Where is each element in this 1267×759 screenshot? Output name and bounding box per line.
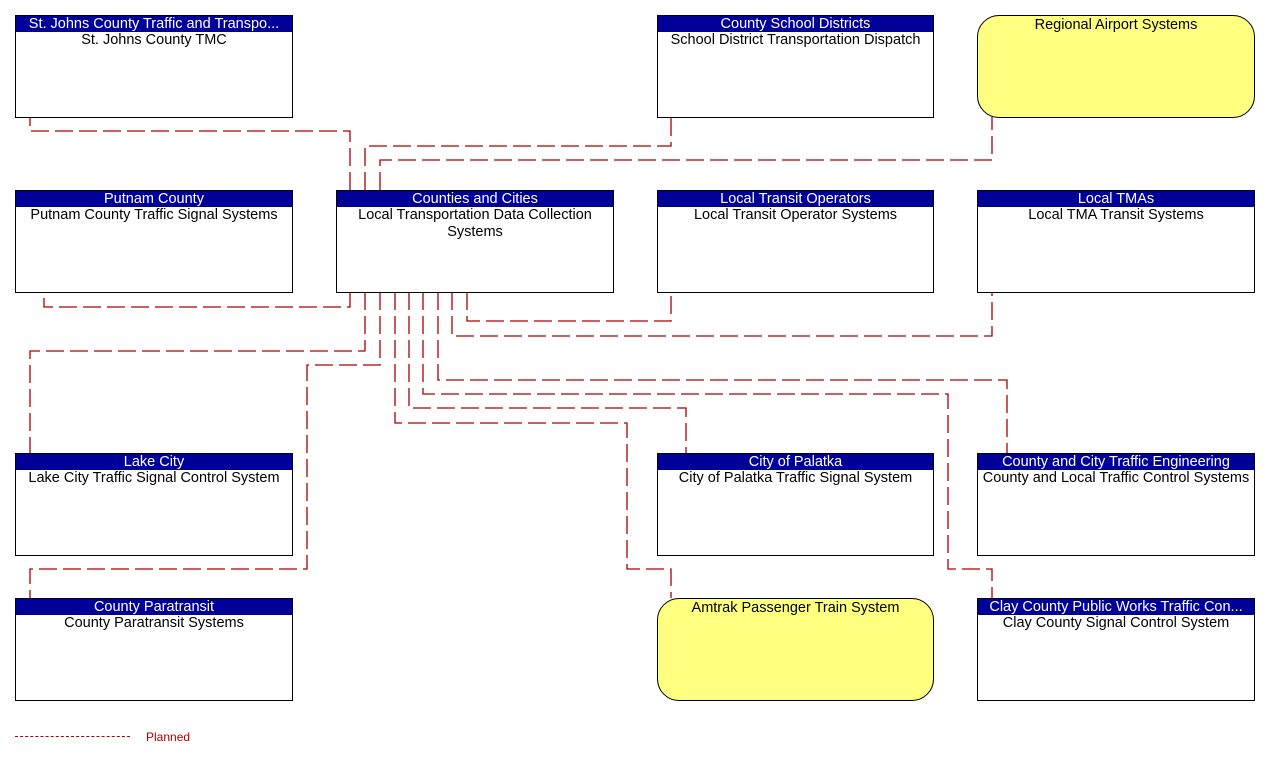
node-label: City of Palatka Traffic Signal System xyxy=(678,470,913,486)
connector-center-to-putnam xyxy=(43,292,351,308)
connector-center-to-lake-city xyxy=(29,292,366,453)
connector-center-to-airport xyxy=(379,117,993,190)
node-header: County and City Traffic Engineering xyxy=(978,454,1254,470)
node-label: Local Transit Operator Systems xyxy=(693,207,898,223)
node-putnam-county-signals[interactable]: Putnam County Putnam County Traffic Sign… xyxy=(15,190,293,293)
node-label: School District Transportation Dispatch xyxy=(670,32,921,48)
node-label: Amtrak Passenger Train System xyxy=(691,600,900,616)
node-header: Counties and Cities xyxy=(337,191,613,207)
connector-center-to-st-johns xyxy=(29,117,351,190)
node-school-district-dispatch[interactable]: County School Districts School District … xyxy=(657,15,934,118)
node-label: Local Transportation Data Collection Sys… xyxy=(358,207,592,240)
node-local-transit-operator[interactable]: Local Transit Operators Local Transit Op… xyxy=(657,190,934,293)
node-label: Local TMA Transit Systems xyxy=(1028,207,1204,223)
node-regional-airport-systems[interactable]: Regional Airport Systems xyxy=(977,15,1255,118)
node-header: County School Districts xyxy=(658,16,933,32)
node-label: Lake City Traffic Signal Control System xyxy=(28,470,280,486)
node-label: County and Local Traffic Control Systems xyxy=(982,470,1250,486)
node-local-data-collection[interactable]: Counties and Cities Local Transportation… xyxy=(336,190,614,293)
legend-planned-line xyxy=(15,736,130,737)
connector-center-to-palatka xyxy=(408,292,687,453)
node-header: Clay County Public Works Traffic Con... xyxy=(978,599,1254,615)
node-header: County Paratransit xyxy=(16,599,292,615)
node-local-tma-transit[interactable]: Local TMAs Local TMA Transit Systems xyxy=(977,190,1255,293)
node-header: Lake City xyxy=(16,454,292,470)
node-clay-county-signal-control[interactable]: Clay County Public Works Traffic Con... … xyxy=(977,598,1255,701)
node-county-paratransit[interactable]: County Paratransit County Paratransit Sy… xyxy=(15,598,293,701)
connector-center-to-county-eng xyxy=(437,292,1008,453)
node-label: Regional Airport Systems xyxy=(1034,17,1198,33)
node-county-local-traffic-control[interactable]: County and City Traffic Engineering Coun… xyxy=(977,453,1255,556)
connector-center-to-transit xyxy=(466,292,672,322)
node-header: St. Johns County Traffic and Transpo... xyxy=(16,16,292,32)
node-label: St. Johns County TMC xyxy=(81,32,227,48)
node-lake-city-signal-control[interactable]: Lake City Lake City Traffic Signal Contr… xyxy=(15,453,293,556)
node-header: Local TMAs xyxy=(978,191,1254,207)
connector-center-to-school xyxy=(364,117,672,190)
connector-center-to-tma xyxy=(451,292,993,337)
node-palatka-signal-system[interactable]: City of Palatka City of Palatka Traffic … xyxy=(657,453,934,556)
node-label: County Paratransit Systems xyxy=(64,615,244,631)
connector-center-to-amtrak xyxy=(394,292,672,598)
node-header: Local Transit Operators xyxy=(658,191,933,207)
node-header: City of Palatka xyxy=(658,454,933,470)
node-label: Putnam County Traffic Signal Systems xyxy=(30,207,278,223)
node-header: Putnam County xyxy=(16,191,292,207)
node-st-johns-county-tmc[interactable]: St. Johns County Traffic and Transpo... … xyxy=(15,15,293,118)
node-label: Clay County Signal Control System xyxy=(1002,615,1230,631)
node-amtrak-passenger-train[interactable]: Amtrak Passenger Train System xyxy=(657,598,934,701)
legend-planned-label: Planned xyxy=(146,730,191,744)
